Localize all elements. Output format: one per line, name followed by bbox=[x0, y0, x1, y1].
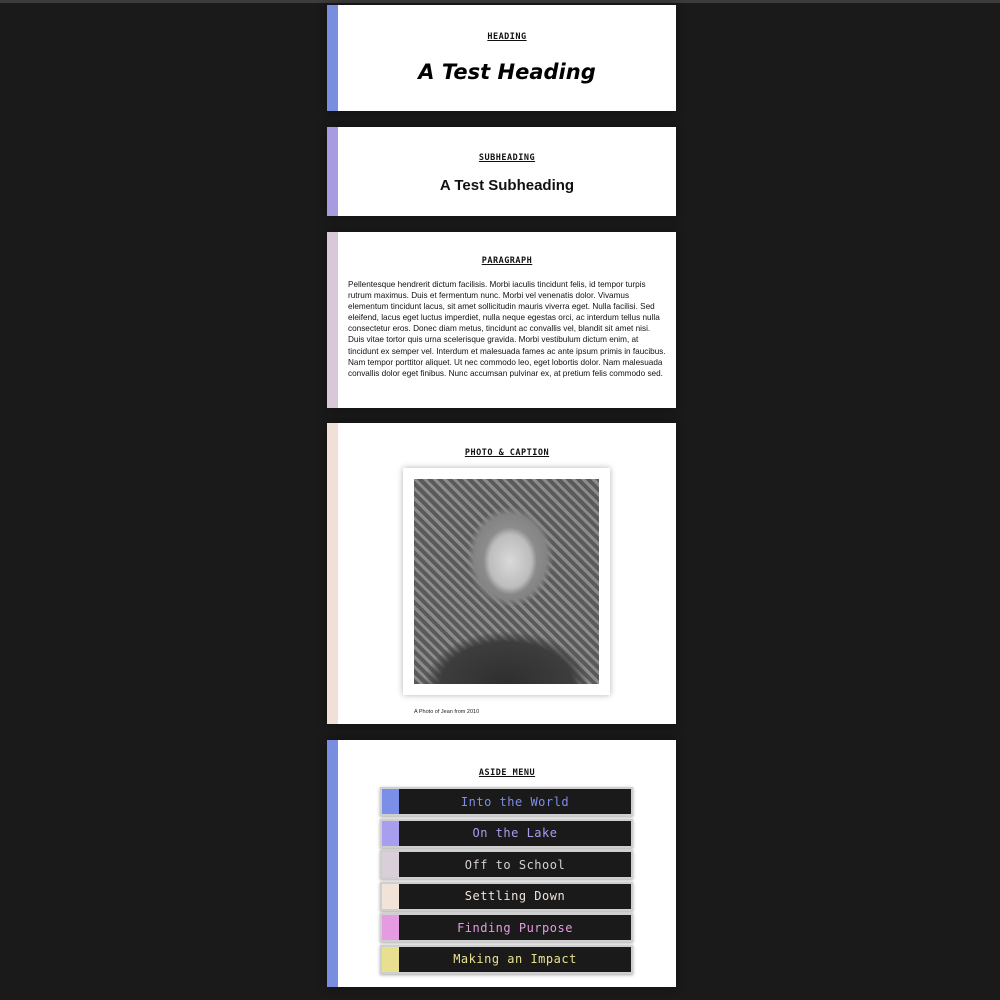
test-heading: A Test Heading bbox=[418, 60, 596, 84]
paragraph-accent-stripe bbox=[327, 232, 338, 408]
paragraph-card: Paragraph Pellentesque hendrerit dictum … bbox=[327, 232, 676, 408]
subheading-card: Subheading A Test Subheading bbox=[327, 127, 676, 216]
photo-card-label: Photo & Caption bbox=[464, 448, 550, 458]
aside-item-swatch bbox=[382, 852, 399, 878]
aside-item-swatch bbox=[382, 789, 399, 814]
aside-item-settling-down[interactable]: Settling Down bbox=[380, 881, 633, 911]
portrait-photo bbox=[414, 479, 599, 684]
photo-frame bbox=[403, 468, 610, 695]
aside-item-swatch bbox=[382, 883, 399, 909]
aside-item-label: Into the World bbox=[460, 794, 570, 809]
aside-item-swatch bbox=[382, 820, 399, 846]
photo-caption: A Photo of Jean from 2010 bbox=[414, 709, 480, 715]
aside-item-finding-purpose[interactable]: Finding Purpose bbox=[380, 913, 633, 943]
aside-card-label: Aside Menu bbox=[478, 768, 536, 778]
subheading-accent-stripe bbox=[327, 127, 338, 216]
heading-accent-stripe bbox=[327, 5, 338, 111]
photo-accent-stripe bbox=[327, 423, 338, 724]
aside-item-swatch bbox=[382, 915, 399, 941]
aside-item-on-the-lake[interactable]: On the Lake bbox=[380, 818, 633, 848]
heading-card-label: Heading bbox=[487, 32, 527, 42]
aside-item-label: Making an Impact bbox=[453, 952, 577, 967]
aside-accent-stripe bbox=[327, 740, 338, 987]
aside-item-label: Off to School bbox=[464, 857, 566, 872]
photo-card: Photo & Caption A Photo of Jean from 201… bbox=[327, 423, 676, 724]
aside-item-label: Finding Purpose bbox=[457, 920, 573, 935]
aside-menu: Into the World On the Lake Off to School… bbox=[380, 787, 633, 977]
aside-item-off-to-school[interactable]: Off to School bbox=[380, 850, 633, 880]
aside-item-label: On the Lake bbox=[472, 826, 558, 841]
aside-item-label: Settling Down bbox=[464, 889, 566, 904]
paragraph-body: Pellentesque hendrerit dictum facilisis.… bbox=[348, 280, 666, 378]
subheading-card-label: Subheading bbox=[478, 153, 536, 163]
aside-item-making-an-impact[interactable]: Making an Impact bbox=[380, 944, 633, 974]
test-subheading: A Test Subheading bbox=[439, 177, 575, 194]
heading-card: Heading A Test Heading bbox=[327, 5, 676, 111]
aside-item-into-the-world[interactable]: Into the World bbox=[380, 787, 633, 816]
paragraph-card-label: Paragraph bbox=[481, 256, 533, 266]
aside-item-swatch bbox=[382, 946, 399, 972]
aside-card: Aside Menu Into the World On the Lake Of… bbox=[327, 740, 676, 987]
